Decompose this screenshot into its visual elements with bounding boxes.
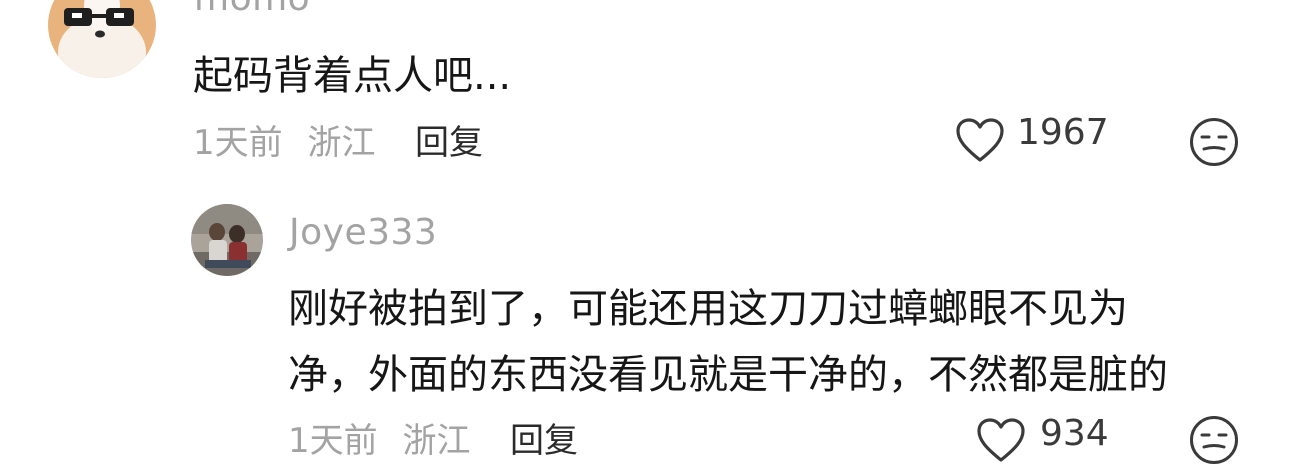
- avatar[interactable]: [191, 204, 263, 276]
- comment-time: 1天前: [193, 123, 283, 163]
- comment-location: 浙江: [402, 421, 471, 461]
- comment-meta: 1天前 浙江: [288, 413, 470, 462]
- comment-text-line: 净，外面的东西没看见就是干净的，不然都是脏的: [288, 352, 1168, 398]
- like-button[interactable]: [955, 118, 1005, 164]
- neutral-face-icon: [1190, 118, 1238, 166]
- like-count: 1967: [1017, 112, 1109, 153]
- comment-time: 1天前: [288, 421, 378, 461]
- dislike-button[interactable]: [1188, 414, 1240, 466]
- like-button[interactable]: [976, 418, 1026, 464]
- comment-meta: 1天前 浙江: [193, 115, 375, 164]
- avatar[interactable]: [48, 0, 156, 78]
- like-count: 934: [1040, 413, 1109, 454]
- dislike-button[interactable]: [1188, 116, 1240, 168]
- comment-text: 起码背着点人吧...: [193, 53, 512, 99]
- reply-button[interactable]: 回复: [510, 413, 578, 462]
- comment-text-line: 刚好被拍到了，可能还用这刀刀过蟑螂眼不见为: [288, 286, 1128, 332]
- heart-icon: [977, 418, 1025, 462]
- username[interactable]: momo: [194, 0, 310, 19]
- comment-location: 浙江: [307, 123, 376, 163]
- heart-icon: [956, 118, 1004, 162]
- photo-avatar-icon: [191, 204, 263, 276]
- reply-button[interactable]: 回复: [415, 115, 483, 164]
- neutral-face-icon: [1190, 416, 1238, 464]
- dog-avatar-icon: [48, 0, 156, 78]
- username[interactable]: Joye333: [289, 212, 437, 253]
